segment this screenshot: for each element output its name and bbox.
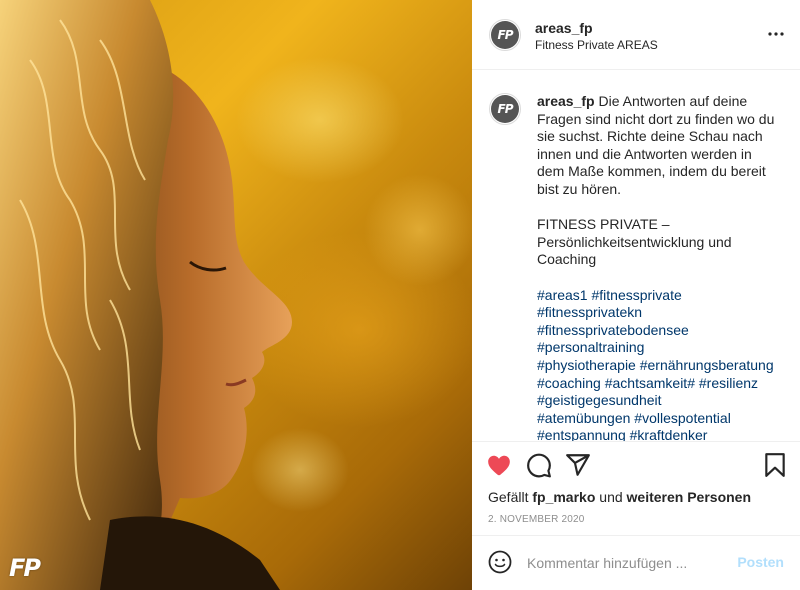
post-image[interactable]: FP [0,0,472,590]
comment-input[interactable] [527,553,727,573]
author-subtitle[interactable]: Fitness Private AREAS [535,38,658,52]
hashtag-line[interactable]: #physiotherapie #ernährungsberatung [537,357,782,375]
add-comment-bar: Posten [472,535,800,590]
likes-summary: Gefällt fp_marko und weiteren Personen [488,489,751,505]
caption-paragraph: areas_fp Die Antworten auf deine Fragen … [537,93,782,199]
avatar-initials: FP [491,95,519,123]
liker-username[interactable]: fp_marko [532,489,595,505]
author-username[interactable]: areas_fp [535,20,593,36]
hashtag-line[interactable]: #fitnessprivatebodensee [537,322,782,340]
caption-area[interactable]: FP areas_fp Die Antworten auf deine Frag… [472,71,800,441]
action-bar: Gefällt fp_marko und weiteren Personen 2… [472,441,800,535]
post-date[interactable]: 2. NOVEMBER 2020 [488,514,585,525]
caption-text: areas_fp Die Antworten auf deine Fragen … [537,93,782,441]
hashtag-line[interactable]: #personaltraining [537,339,782,357]
hashtag-line[interactable]: #atemübungen #vollespotential [537,410,782,428]
other-likers-link[interactable]: weiteren Personen [627,489,752,505]
bookmark-icon[interactable] [762,452,788,478]
likes-middle: und [595,489,627,505]
hashtag-line[interactable]: #areas1 #fitnessprivate [537,287,782,305]
fp-watermark-logo: FP [9,554,41,582]
hashtag-line[interactable]: #entspannung #kraftdenker [537,427,782,441]
hashtag-line[interactable]: #coaching #achtsamkeit# #resilienz [537,375,782,393]
more-options-icon[interactable] [768,26,784,42]
likes-prefix: Gefällt [488,489,533,505]
caption-username[interactable]: areas_fp [537,93,595,109]
hashtag-list: #areas1 #fitnessprivate #fitnessprivatek… [537,287,782,441]
caption-avatar[interactable]: FP [489,93,521,125]
hashtag-line[interactable]: #geistigegesundheit [537,392,782,410]
portrait-illustration [0,0,292,590]
hashtag-line[interactable]: #fitnessprivatekn [537,304,782,322]
share-icon[interactable] [565,452,591,478]
author-avatar[interactable]: FP [489,19,521,51]
avatar-initials: FP [491,21,519,49]
emoji-icon[interactable] [488,550,512,574]
caption-paragraph-2: FITNESS PRIVATE – Persönlichkeitsentwick… [537,216,732,268]
comment-icon[interactable] [526,452,552,478]
post-header: FP areas_fp Fitness Private AREAS [472,0,800,70]
post-side-panel: FP areas_fp Fitness Private AREAS FP are… [472,0,800,590]
post-comment-button[interactable]: Posten [737,554,784,570]
heart-icon[interactable] [486,452,512,478]
